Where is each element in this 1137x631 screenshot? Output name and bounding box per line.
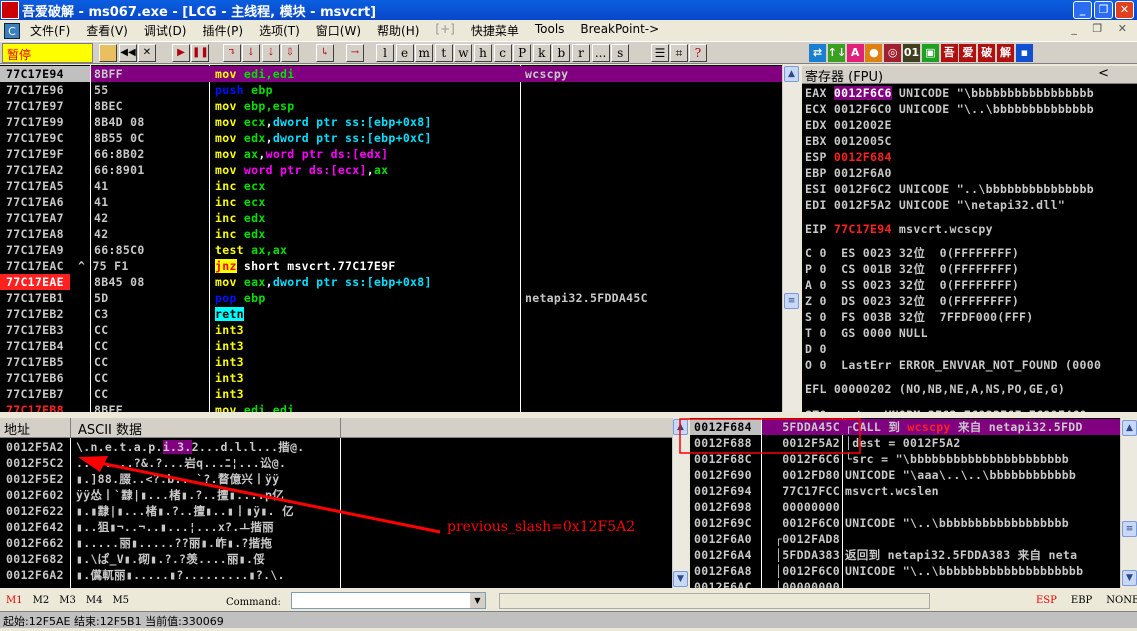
memory-tab[interactable]: M1 — [6, 595, 23, 606]
command-input[interactable] — [291, 592, 486, 609]
stack-follow-option[interactable]: EBP — [1071, 595, 1092, 606]
status-text: 起始:12F5AE 结束:12F5B1 当前值:330069 — [3, 615, 224, 628]
command-bar: M1 M2 M3 M4 M5 Command: ▼ ESP EBP NONE — [0, 590, 1137, 611]
command-label: Command: — [226, 597, 281, 608]
annotation-arrow — [94, 460, 441, 534]
memory-tab[interactable]: M4 — [86, 595, 103, 606]
status-bar: 起始:12F5AE 结束:12F5B1 当前值:330069 — [0, 611, 1137, 628]
arrow-head-icon — [78, 456, 108, 472]
highlight-box — [679, 418, 861, 454]
annotation-overlay — [78, 418, 861, 534]
stack-follow-option[interactable]: ESP — [1036, 595, 1057, 606]
command-output — [499, 593, 930, 609]
command-dropdown-icon[interactable]: ▼ — [470, 593, 485, 608]
memory-tab[interactable]: M2 — [33, 595, 50, 606]
memory-tab[interactable]: M3 — [59, 595, 76, 606]
memory-tab[interactable]: M5 — [112, 595, 129, 606]
stack-follow-option[interactable]: NONE — [1106, 595, 1137, 606]
annotation-label: previous_slash=0x12F5A2 — [447, 519, 636, 535]
